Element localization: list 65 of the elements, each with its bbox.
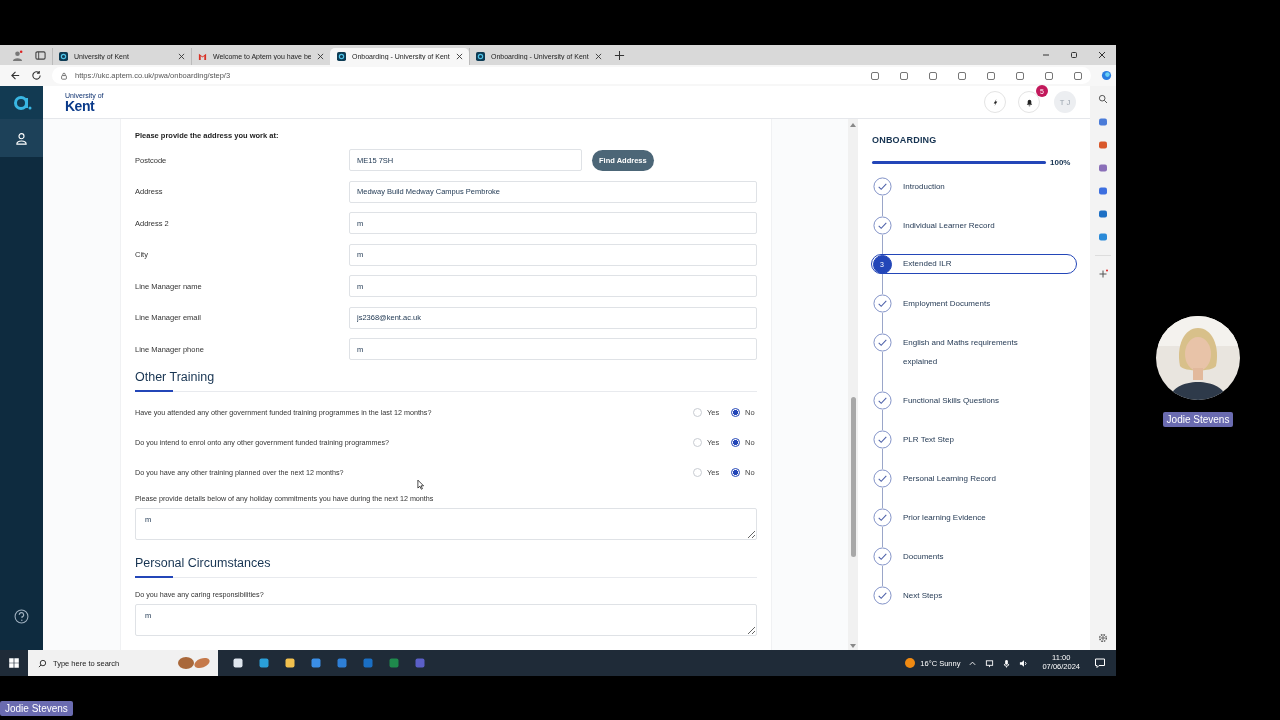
- search-icon: [38, 658, 47, 668]
- participant-name: Jodie Stevens: [1162, 412, 1234, 427]
- windows-start-icon[interactable]: [8, 657, 20, 669]
- step-item[interactable]: Personal Learning Record: [892, 469, 1053, 488]
- close-icon[interactable]: [1097, 50, 1107, 60]
- close-icon[interactable]: [178, 53, 185, 60]
- check-icon: [872, 586, 892, 605]
- check-icon: [872, 177, 892, 196]
- refresh-icon[interactable]: [31, 70, 42, 81]
- step-item[interactable]: Employment Documents: [892, 294, 1053, 313]
- favicon-icon: [59, 52, 68, 61]
- back-icon[interactable]: [10, 70, 21, 81]
- step-item[interactable]: Next Steps: [892, 586, 1053, 605]
- new-tab-icon[interactable]: [614, 49, 625, 61]
- restore-icon[interactable]: [1069, 50, 1079, 60]
- help-icon[interactable]: [14, 609, 29, 624]
- presenter-name: Jodie Stevens: [0, 701, 73, 716]
- step-item[interactable]: Functional Skills Questions: [892, 391, 1053, 410]
- scroll-down-icon[interactable]: [850, 644, 856, 648]
- step-item[interactable]: English and Maths requirements explained: [892, 333, 1053, 371]
- lock-icon: [60, 71, 68, 80]
- favicon-icon: [337, 52, 346, 61]
- check-icon: [872, 216, 892, 235]
- progress-percent: 100%: [1050, 158, 1071, 167]
- section-heading: Personal Circumstances: [135, 555, 272, 570]
- speaker-icon[interactable]: [1019, 658, 1029, 668]
- logo-wordmark: Kent: [65, 98, 95, 113]
- tab-actions-icon[interactable]: [35, 49, 46, 61]
- bell-icon: [1024, 97, 1034, 107]
- close-icon[interactable]: [456, 53, 463, 60]
- person-icon[interactable]: [15, 131, 28, 145]
- step-item[interactable]: Prior learning Evidence: [892, 508, 1053, 527]
- favicon-icon: [476, 52, 485, 61]
- radio-button[interactable]: [731, 408, 740, 417]
- step-item[interactable]: Individual Learner Record: [892, 216, 1053, 235]
- step-item[interactable]: Documents: [892, 547, 1053, 566]
- search-highlight-icon: [176, 656, 212, 670]
- check-icon: [872, 547, 892, 566]
- network-icon[interactable]: [985, 658, 995, 668]
- check-icon: [872, 294, 892, 313]
- section-heading: Other Training: [135, 369, 216, 384]
- search-icon[interactable]: [1098, 94, 1108, 104]
- settings-icon[interactable]: [1098, 633, 1108, 643]
- close-icon[interactable]: [317, 53, 324, 60]
- profile-icon[interactable]: [12, 49, 23, 61]
- step-item[interactable]: PLR Text Step: [892, 430, 1053, 449]
- sun-icon: [904, 657, 917, 669]
- check-icon: [872, 508, 892, 527]
- radio-button[interactable]: [731, 438, 740, 447]
- scroll-up-icon[interactable]: [850, 123, 856, 127]
- radio-button[interactable]: [731, 468, 740, 477]
- panel-title: ONBOARDING: [872, 135, 938, 145]
- check-icon: [872, 430, 892, 449]
- scrollbar[interactable]: [848, 119, 858, 650]
- notifications-button[interactable]: [1018, 91, 1040, 113]
- cursor-icon: [417, 479, 424, 490]
- microphone-icon[interactable]: [1002, 658, 1012, 668]
- check-icon: [872, 469, 892, 488]
- check-icon: [872, 391, 892, 410]
- scrollbar-thumb[interactable]: [850, 397, 856, 557]
- add-icon[interactable]: [1098, 269, 1108, 279]
- check-icon: [872, 333, 892, 352]
- close-icon[interactable]: [595, 53, 602, 60]
- step-item[interactable]: Introduction: [892, 177, 1053, 196]
- notification-center-icon[interactable]: [1094, 657, 1106, 669]
